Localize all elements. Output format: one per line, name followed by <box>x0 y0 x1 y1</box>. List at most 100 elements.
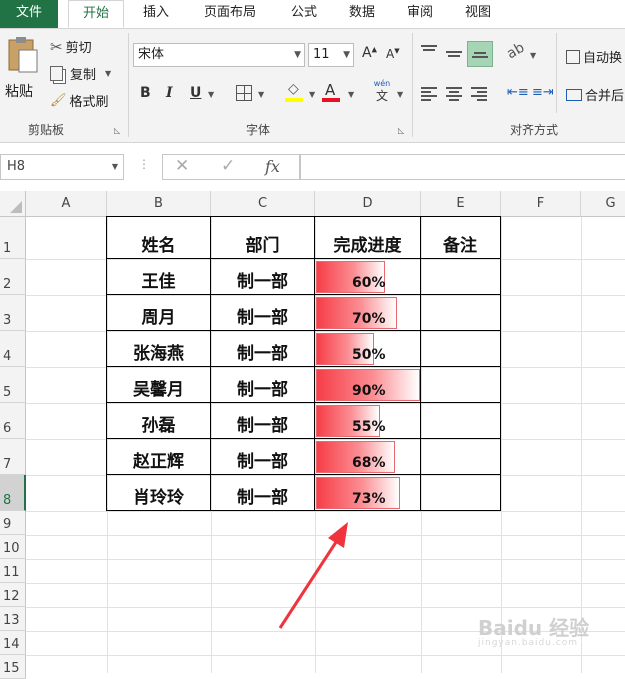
row-header-12[interactable]: 12 <box>0 583 26 607</box>
dept-cell[interactable]: 制一部 <box>211 259 314 294</box>
cut-button[interactable]: ✂ 剪切 <box>50 37 92 57</box>
name-cell[interactable]: 肖玲玲 <box>107 475 210 510</box>
row-header-14[interactable]: 14 <box>0 631 26 655</box>
dept-cell[interactable]: 制一部 <box>211 403 314 438</box>
chevron-down-icon[interactable]: ▼ <box>258 90 264 99</box>
dept-cell[interactable]: 制一部 <box>211 439 314 474</box>
row-header-4[interactable]: 4 <box>0 331 26 367</box>
orientation-icon[interactable]: ab <box>504 40 527 63</box>
row-header-8[interactable]: 8 <box>0 475 26 511</box>
column-header-a[interactable]: A <box>26 191 107 217</box>
row-header-7[interactable]: 7 <box>0 439 26 475</box>
align-left-icon[interactable] <box>421 87 437 101</box>
progress-value[interactable]: 55% <box>352 419 386 435</box>
notes-cell[interactable] <box>421 331 500 366</box>
tab-page-layout[interactable]: 页面布局 <box>192 0 268 28</box>
notes-cell[interactable] <box>421 403 500 438</box>
align-right-icon[interactable] <box>471 87 487 101</box>
name-cell[interactable]: 吴馨月 <box>107 367 210 402</box>
column-header-c[interactable]: C <box>211 191 315 217</box>
bottom-align-button[interactable] <box>467 41 493 67</box>
row-header-2[interactable]: 2 <box>0 259 26 295</box>
increase-indent-icon[interactable]: ≡⇥ <box>532 85 554 100</box>
row-header-5[interactable]: 5 <box>0 367 26 403</box>
row-header-6[interactable]: 6 <box>0 403 26 439</box>
chevron-down-icon[interactable]: ▼ <box>348 90 354 99</box>
notes-cell[interactable] <box>421 439 500 474</box>
cancel-icon[interactable]: ✕ <box>175 156 189 176</box>
header-cell-progress[interactable]: 完成进度 <box>315 217 420 258</box>
bold-icon[interactable]: B <box>140 85 151 101</box>
dept-cell[interactable]: 制一部 <box>211 295 314 330</box>
row-header-15[interactable]: 15 <box>0 655 26 679</box>
underline-icon[interactable]: U <box>190 85 201 101</box>
enter-icon[interactable]: ✓ <box>221 156 235 176</box>
column-header-f[interactable]: F <box>501 191 581 217</box>
font-color-icon[interactable]: A <box>322 81 342 103</box>
notes-cell[interactable] <box>421 259 500 294</box>
progress-value[interactable]: 68% <box>352 455 386 471</box>
chevron-down-icon[interactable]: ▼ <box>309 90 315 99</box>
decrease-font-icon[interactable]: A▼ <box>386 47 400 61</box>
name-cell[interactable]: 孙磊 <box>107 403 210 438</box>
tab-review[interactable]: 审阅 <box>398 0 442 28</box>
dept-cell[interactable]: 制一部 <box>211 475 314 510</box>
row-header-10[interactable]: 10 <box>0 535 26 559</box>
font-size-select[interactable]: 11 ▼ <box>308 43 354 67</box>
progress-value[interactable]: 50% <box>352 347 386 363</box>
decrease-indent-icon[interactable]: ⇤≡ <box>507 85 529 100</box>
progress-value[interactable]: 70% <box>352 311 386 327</box>
fill-color-icon[interactable]: ◇ <box>285 81 305 103</box>
row-header-1[interactable]: 1 <box>0 217 26 259</box>
tab-insert[interactable]: 插入 <box>134 0 178 28</box>
chevron-down-icon[interactable]: ▼ <box>397 90 403 99</box>
tab-view[interactable]: 视图 <box>456 0 500 28</box>
progress-value[interactable]: 60% <box>352 275 386 291</box>
header-cell-notes[interactable]: 备注 <box>421 217 500 258</box>
font-name-select[interactable]: 宋体 ▼ <box>133 43 305 67</box>
dept-cell[interactable]: 制一部 <box>211 331 314 366</box>
row-header-11[interactable]: 11 <box>0 559 26 583</box>
border-icon[interactable] <box>236 85 252 101</box>
middle-align-icon[interactable] <box>446 47 462 61</box>
wrap-text-button[interactable]: 自动换 <box>566 47 622 66</box>
row-header-9[interactable]: 9 <box>0 511 26 535</box>
notes-cell[interactable] <box>421 367 500 402</box>
name-cell[interactable]: 张海燕 <box>107 331 210 366</box>
formula-input[interactable] <box>300 154 625 180</box>
column-header-e[interactable]: E <box>421 191 501 217</box>
merge-center-button[interactable]: 合并后 <box>566 85 624 104</box>
dialog-launcher-icon[interactable]: ◺ <box>114 126 120 135</box>
name-cell[interactable]: 赵正辉 <box>107 439 210 474</box>
increase-font-icon[interactable]: A▲ <box>362 45 377 61</box>
tab-data[interactable]: 数据 <box>340 0 384 28</box>
dialog-launcher-icon[interactable]: ◺ <box>398 126 404 135</box>
align-center-icon[interactable] <box>446 87 462 101</box>
name-box[interactable]: H8 ▼ <box>0 154 124 180</box>
paste-button[interactable]: 粘贴 <box>4 35 42 105</box>
tab-file[interactable]: 文件 <box>0 0 58 28</box>
notes-cell[interactable] <box>421 475 500 510</box>
row-header-3[interactable]: 3 <box>0 295 26 331</box>
header-cell-dept[interactable]: 部门 <box>211 217 314 258</box>
chevron-down-icon[interactable]: ▼ <box>208 90 214 99</box>
name-cell[interactable]: 周月 <box>107 295 210 330</box>
top-align-icon[interactable] <box>421 45 437 59</box>
worksheet-grid[interactable]: A B C D E F G 1 2 3 4 5 6 7 8 9 10 11 12… <box>0 191 625 679</box>
progress-value[interactable]: 90% <box>352 383 386 399</box>
tab-home[interactable]: 开始 <box>68 0 124 28</box>
notes-cell[interactable] <box>421 295 500 330</box>
copy-button[interactable]: 复制 ▼ <box>50 64 111 83</box>
row-header-13[interactable]: 13 <box>0 607 26 631</box>
header-cell-name[interactable]: 姓名 <box>107 217 210 258</box>
column-header-d[interactable]: D <box>315 191 421 217</box>
column-header-b[interactable]: B <box>107 191 211 217</box>
select-all-button[interactable] <box>0 191 26 217</box>
phonetic-icon[interactable]: wén 文 <box>372 79 392 105</box>
column-header-g[interactable]: G <box>581 191 625 217</box>
chevron-down-icon[interactable]: ▼ <box>530 51 536 60</box>
name-cell[interactable]: 王佳 <box>107 259 210 294</box>
format-painter-button[interactable]: 🖌 格式刷 <box>50 91 109 110</box>
progress-value[interactable]: 73% <box>352 491 386 507</box>
dept-cell[interactable]: 制一部 <box>211 367 314 402</box>
